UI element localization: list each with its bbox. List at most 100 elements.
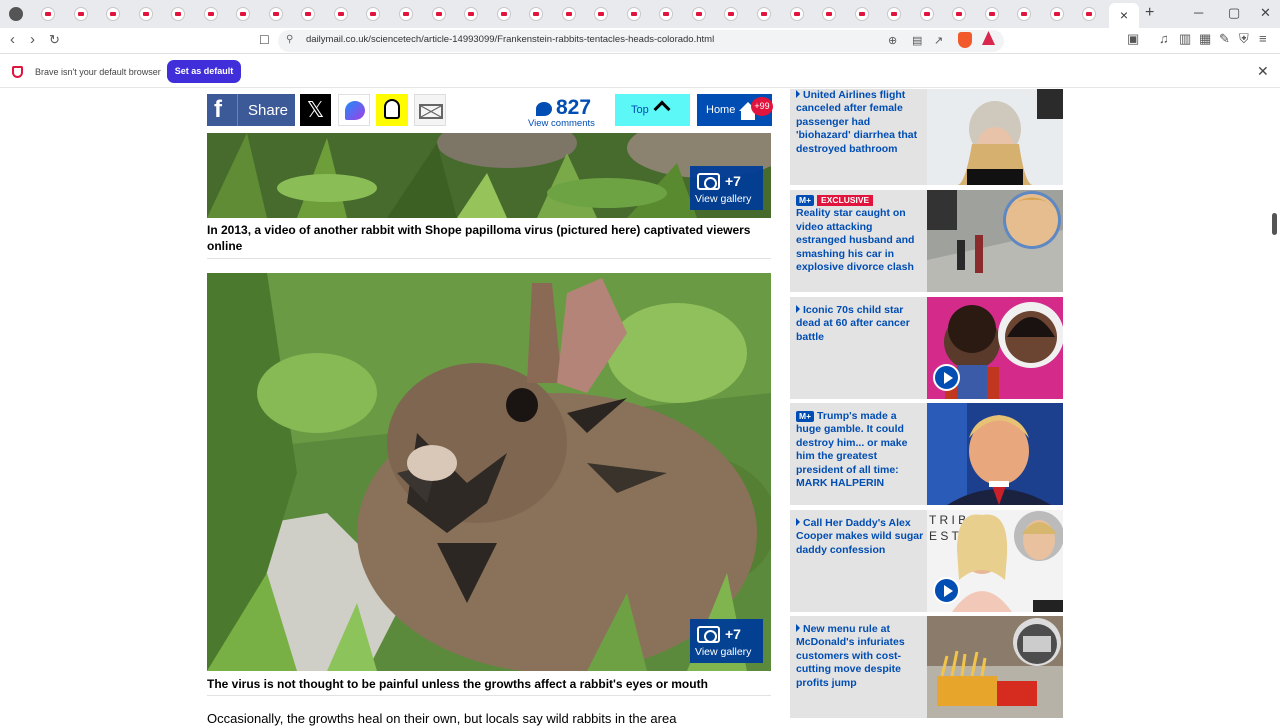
sidebar-story-card[interactable]: Call Her Daddy's Alex Cooper makes wild … [790,510,1063,612]
bookmark-icon[interactable]: ☐ [259,33,270,47]
tab-favicon[interactable] [594,7,608,21]
tab-strip: × + ─ ▢ ✕ [0,0,1280,28]
snapchat-share-button[interactable] [376,94,408,126]
facebook-share-label: Share [248,102,289,119]
mplus-badge: M+ [796,195,815,206]
vpn-icon[interactable]: ⛨ [1239,31,1249,47]
tab-favicon[interactable] [106,7,120,21]
tab-favicon[interactable] [139,7,153,21]
forward-icon[interactable]: › [30,31,35,48]
new-tab-icon[interactable]: + [1145,4,1154,22]
mail-icon [419,104,443,119]
article-image-2[interactable]: +7 View gallery [207,273,771,671]
tab-favicon[interactable] [464,7,478,21]
tab-favicon[interactable] [269,7,283,21]
site-info-icon[interactable]: ⚲ [286,34,293,45]
tab-favicon[interactable] [171,7,185,21]
tab-favicon[interactable] [562,7,576,21]
brave-shields-icon[interactable] [958,32,972,48]
minimize-icon[interactable]: ─ [1194,5,1203,20]
tab-favicon[interactable] [952,7,966,21]
wallet-icon[interactable]: ▦ [1199,31,1211,47]
x-icon: 𝕏 [306,97,325,122]
gallery-count: +7 [725,626,741,642]
infobar-close-icon[interactable]: ✕ [1257,63,1269,80]
story-headline: Reality star caught on video attacking e… [796,207,915,274]
tab-favicon[interactable] [724,7,738,21]
tab-favicon[interactable] [1050,7,1064,21]
x-share-button[interactable]: 𝕏 [300,94,331,126]
tab-favicon[interactable] [366,7,380,21]
tab-favicon[interactable] [659,7,673,21]
media-icon[interactable]: ♫ [1159,31,1169,46]
story-thumbnail [927,403,1063,505]
tab-favicon[interactable] [1082,7,1096,21]
comments-link[interactable]: 827 View comments [528,96,600,129]
active-tab-close-icon[interactable]: × [1109,3,1139,28]
tab-favicon[interactable] [627,7,641,21]
extensions-icon[interactable]: ✎ [1219,31,1230,47]
page-scrollbar-thumb[interactable] [1272,213,1277,235]
tab-favicon[interactable] [822,7,836,21]
gallery-count: +7 [725,173,741,189]
tab-favicon[interactable] [985,7,999,21]
sidebar-story-card[interactable]: United Airlines flight canceled after fe… [790,89,1063,185]
home-button[interactable]: Home +99 [697,94,773,126]
tab-favicon[interactable] [887,7,901,21]
sidebar-story-card[interactable]: M+ EXCLUSIVE Reality star caught on video … [790,190,1063,292]
address-bar-row: ‹ › ↻ ☐ ⚲ dailymail.co.uk/sciencetech/ar… [0,28,1280,54]
share-page-icon[interactable]: ↗ [934,34,943,47]
sidebar-story-card[interactable]: M+ Trump's made a huge gamble. It could d… [790,403,1063,505]
article-image-1[interactable]: +7 View gallery [207,133,771,218]
panel-icon[interactable]: ▥ [1179,31,1191,47]
tab-favicon[interactable] [1017,7,1031,21]
tab-favicon[interactable] [790,7,804,21]
menu-icon[interactable]: ≡ [1259,31,1267,46]
brave-shield-icon [12,66,23,78]
back-icon[interactable]: ‹ [10,31,15,48]
zoom-icon[interactable]: ⊕ [888,34,897,47]
tab-favicon[interactable] [399,7,413,21]
image-caption-1: In 2013, a video of another rabbit with … [207,223,751,253]
tab-favicon[interactable] [757,7,771,21]
tab-favicon[interactable] [9,7,23,21]
url-text: dailymail.co.uk/sciencetech/article-1499… [306,34,715,45]
grass-photo [207,133,771,218]
story-thumbnail: T R I B EE S T [927,510,1063,612]
article-body-text: Occasionally, the growths heal on their … [207,711,677,726]
tab-favicon[interactable] [41,7,55,21]
facebook-share-button[interactable]: f Share [207,94,295,126]
set-default-button[interactable]: Set as default [167,60,241,83]
view-gallery-button[interactable]: +7 View gallery [690,166,763,210]
tab-favicon[interactable] [204,7,218,21]
tab-favicon[interactable] [74,7,88,21]
sidebar-story-card[interactable]: New menu rule at McDonald's infuriates c… [790,616,1063,718]
triangle-bullet-icon [796,305,800,313]
tab-favicon[interactable] [432,7,446,21]
story-thumbnail [927,89,1063,185]
reader-icon[interactable]: ▤ [912,34,922,47]
tab-favicon[interactable] [236,7,250,21]
video-play-icon [933,364,960,391]
tab-favicon[interactable] [497,7,511,21]
tab-favicon[interactable] [920,7,934,21]
tab-favicon[interactable] [692,7,706,21]
messenger-share-button[interactable] [338,94,370,126]
tab-favicon[interactable] [301,7,315,21]
tab-favicon[interactable] [529,7,543,21]
email-share-button[interactable] [414,94,446,126]
url-field[interactable]: ⚲ dailymail.co.uk/sciencetech/article-14… [278,30,1004,52]
view-gallery-button[interactable]: +7 View gallery [690,619,763,663]
tab-favicon[interactable] [855,7,869,21]
maximize-icon[interactable]: ▢ [1228,5,1240,21]
home-label: Home [706,104,736,116]
reload-icon[interactable]: ↻ [49,32,60,48]
svg-text:E S T: E S T [929,529,959,543]
window-close-icon[interactable]: ✕ [1260,5,1271,21]
sidebar-toggle-icon[interactable]: ▣ [1127,31,1139,47]
comment-count: 827 [556,96,592,119]
sidebar-story-card[interactable]: Iconic 70s child star dead at 60 after c… [790,297,1063,399]
divider [207,695,771,696]
tab-favicon[interactable] [334,7,348,21]
back-to-top-button[interactable]: Top [615,94,690,126]
